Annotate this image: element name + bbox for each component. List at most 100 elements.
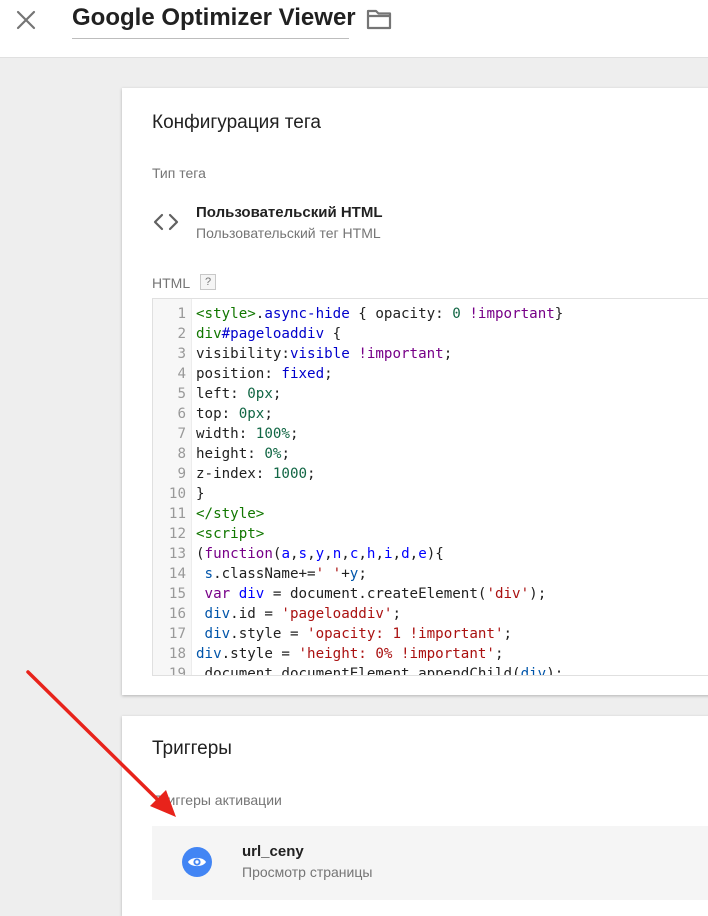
tag-type-label: Тип тега: [152, 165, 206, 181]
code-line: 14 s.className+=' '+y;: [153, 564, 708, 584]
code-token: {: [324, 326, 342, 342]
code-line: 19 document.documentElement.appendChild(…: [153, 664, 708, 676]
code-token: div: [238, 586, 265, 602]
code-token: ,: [341, 546, 350, 562]
triggers-title: Триггеры: [152, 738, 232, 759]
code-line: 1 <style>.async-hide { opacity: 0 !import…: [153, 304, 708, 324]
code-token: ,: [289, 546, 299, 562]
folder-button[interactable]: [365, 5, 393, 33]
folder-icon: [366, 9, 392, 30]
code-token: y: [315, 546, 325, 562]
code-text: div.style = 'height: 0% !important';: [196, 644, 504, 664]
code-text: height: 0%;: [196, 444, 290, 464]
code-token: 0px: [238, 406, 265, 422]
code-token: <script>: [196, 526, 265, 542]
code-token: ;: [307, 466, 316, 482]
code-token: }: [196, 486, 205, 502]
code-token: ,: [324, 546, 333, 562]
code-token: div: [196, 646, 222, 662]
code-token: ;: [324, 366, 333, 382]
code-line: 18 div.style = 'height: 0% !important';: [153, 644, 708, 664]
code-token: );: [529, 586, 547, 602]
code-text: s.className+=' '+y;: [196, 564, 367, 584]
code-token: ,: [375, 546, 384, 562]
close-icon: [16, 10, 36, 30]
top-bar: Google Optimizer Viewer: [0, 0, 708, 58]
code-token: { opacity:: [349, 306, 453, 322]
trigger-type-badge: [182, 847, 212, 877]
code-token: 100%: [255, 426, 290, 442]
trigger-item[interactable]: url_ceny Просмотр страницы: [152, 826, 708, 900]
tag-name-field[interactable]: Google Optimizer Viewer: [72, 2, 356, 39]
html-code-editor[interactable]: 1 <style>.async-hide { opacity: 0 !import…: [152, 298, 708, 676]
code-token: 0px: [247, 386, 273, 402]
code-token: div: [520, 666, 547, 676]
code-lines: 1 <style>.async-hide { opacity: 0 !import…: [153, 304, 708, 676]
line-number: 1: [177, 306, 186, 322]
code-line: 7 width: 100%;: [153, 424, 708, 444]
code-token: ;: [503, 626, 513, 642]
code-token: ' ': [315, 566, 342, 582]
code-line: 17 div.style = 'opacity: 1 !important';: [153, 624, 708, 644]
tag-configuration-title: Конфигурация тега: [152, 112, 321, 133]
line-number: 4: [177, 366, 186, 382]
code-line: 9 z-index: 1000;: [153, 464, 708, 484]
code-token: 0%: [264, 446, 282, 462]
close-button[interactable]: [12, 6, 40, 34]
line-number: 13: [168, 546, 186, 562]
code-line: 13 (function(a,s,y,n,c,h,i,d,e){: [153, 544, 708, 564]
line-number: 9: [177, 466, 186, 482]
code-token: visible: [289, 346, 350, 362]
code-token: #pageloaddiv: [221, 326, 325, 342]
code-token: height:: [196, 446, 265, 462]
code-token: ;: [392, 606, 402, 622]
line-number: 3: [177, 346, 186, 362]
code-line: 12 <script>: [153, 524, 708, 544]
code-token: z-index:: [196, 466, 273, 482]
code-token: div: [204, 626, 231, 642]
line-number: 18: [168, 646, 186, 662]
line-number: 6: [177, 406, 186, 422]
code-token: ,: [409, 546, 419, 562]
code-token: width:: [196, 426, 256, 442]
tag-configuration-card: Конфигурация тега Тип тега Пользовательс…: [122, 88, 708, 695]
code-token: !important: [469, 306, 555, 322]
code-token: div: [196, 326, 222, 342]
code-token: a: [281, 546, 290, 562]
line-number: 5: [177, 386, 186, 402]
code-token: var: [204, 586, 231, 602]
code-token: .style =: [230, 626, 308, 642]
code-token: .className+=: [213, 566, 316, 582]
code-token: 'pageloaddiv': [281, 606, 393, 622]
code-token: position:: [196, 366, 282, 382]
activation-triggers-label: Триггеры активации: [152, 792, 282, 808]
code-token: = document.createElement(: [264, 586, 487, 602]
code-token: </style>: [196, 506, 265, 522]
code-token: d: [401, 546, 410, 562]
trigger-name: url_ceny: [242, 843, 304, 860]
tag-type-description: Пользовательский тег HTML: [196, 225, 381, 241]
code-token: 'opacity: 1 !important': [307, 626, 504, 642]
code-token: ;: [281, 446, 290, 462]
code-token: ;: [443, 346, 453, 362]
code-token: 'div': [486, 586, 530, 602]
triggers-card: Триггеры Триггеры активации url_ceny Про…: [122, 716, 708, 916]
code-line: 11 </style>: [153, 504, 708, 524]
code-text: div#pageloaddiv {: [196, 324, 341, 344]
code-line: 10}: [153, 484, 708, 504]
code-line: 6 top: 0px;: [153, 404, 708, 424]
code-token: +: [341, 566, 350, 582]
line-number: 2: [177, 326, 186, 342]
code-token: <style>: [196, 306, 256, 322]
code-token: (: [196, 546, 205, 562]
help-icon[interactable]: ?: [200, 274, 216, 290]
code-text: <style>.async-hide { opacity: 0 !importa…: [196, 304, 563, 324]
line-number: 19: [168, 666, 186, 676]
code-text: position: fixed;: [196, 364, 333, 384]
code-line: 3 visibility:visible !important;: [153, 344, 708, 364]
eye-icon: [188, 857, 206, 867]
code-text: }: [196, 484, 205, 504]
code-token: .id =: [230, 606, 282, 622]
